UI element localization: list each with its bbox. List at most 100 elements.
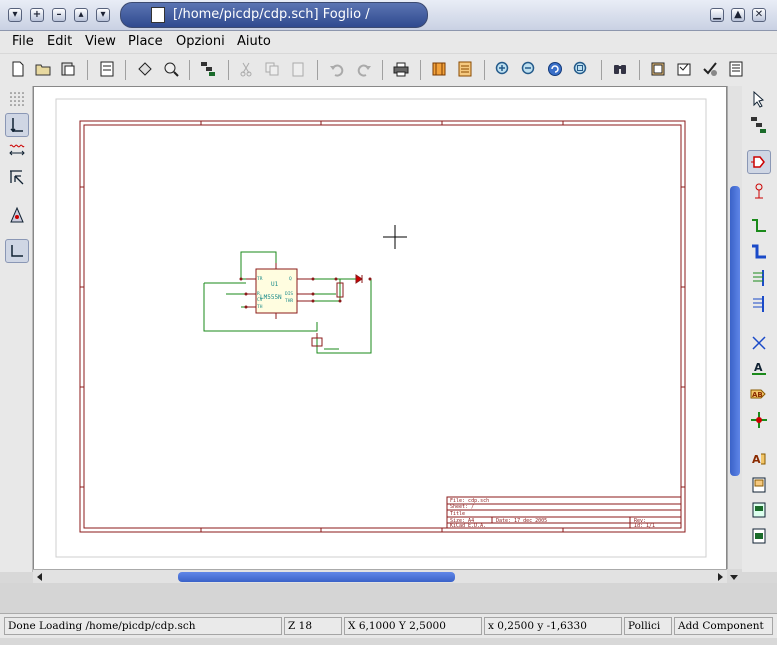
undo-icon[interactable] xyxy=(329,61,345,77)
schematic-drawing: U1 LM555N TR R CV TH Q DIS THR File: cdp… xyxy=(55,98,707,558)
scroll-left-icon[interactable] xyxy=(35,572,45,582)
place-bus-icon[interactable] xyxy=(750,243,768,261)
place-label-icon[interactable]: A xyxy=(750,359,768,377)
pin-label-cv: CV xyxy=(257,297,263,303)
junction-icon[interactable] xyxy=(750,411,768,429)
menu-opzioni[interactable]: Opzioni xyxy=(176,34,225,49)
zoom-fit-icon[interactable] xyxy=(573,61,589,77)
title-block-title: Title xyxy=(450,511,465,517)
scroll-down-icon[interactable] xyxy=(729,572,739,582)
svg-text:A: A xyxy=(752,453,761,466)
main-toolbar xyxy=(0,54,777,87)
library-icon[interactable] xyxy=(431,61,447,77)
place-power-icon[interactable] xyxy=(750,182,768,200)
redraw-icon[interactable] xyxy=(547,61,563,77)
print-icon[interactable] xyxy=(393,61,409,77)
title-block-kicad: KiCad E.D.A. xyxy=(450,523,486,529)
save-icon[interactable] xyxy=(60,61,76,77)
message-panel xyxy=(0,583,777,613)
menu-file[interactable]: File xyxy=(12,34,34,49)
component-ref: U1 xyxy=(271,281,279,288)
bus-bus-entry-icon[interactable] xyxy=(750,295,768,313)
minimize-button[interactable]: ▁ xyxy=(710,8,724,22)
edit-library-icon[interactable] xyxy=(457,61,473,77)
zoom-rotate-icon[interactable] xyxy=(163,61,179,77)
pin-label-thr: THR xyxy=(285,298,293,304)
open-folder-icon[interactable] xyxy=(35,61,51,77)
grid-icon[interactable] xyxy=(8,90,26,108)
redo-icon[interactable] xyxy=(356,61,372,77)
status-message: Done Loading /home/picdp/cdp.sch xyxy=(4,617,282,635)
erc-icon[interactable] xyxy=(702,61,718,77)
find-icon[interactable] xyxy=(612,61,628,77)
menu-edit[interactable]: Edit xyxy=(47,34,72,49)
close-button[interactable]: ✕ xyxy=(752,8,766,22)
hierarchy-nav-icon[interactable] xyxy=(750,116,768,134)
hidden-pins-icon[interactable] xyxy=(8,206,26,224)
units-icon xyxy=(10,118,23,133)
status-mode: Add Component xyxy=(674,617,773,635)
pin-label-r: R xyxy=(257,291,260,297)
horizontal-scrollbar[interactable] xyxy=(33,569,727,584)
vertical-scroll-thumb[interactable] xyxy=(730,186,740,476)
place-wire-icon[interactable] xyxy=(750,217,768,235)
cut-icon[interactable] xyxy=(238,61,254,77)
place-component-tool[interactable] xyxy=(747,150,771,174)
copy-icon[interactable] xyxy=(264,61,280,77)
window-menu-button[interactable]: ▾ xyxy=(8,8,22,22)
cursor-icon[interactable] xyxy=(8,169,26,187)
units-toggle[interactable] xyxy=(5,113,29,137)
no-connect-icon[interactable] xyxy=(750,334,768,352)
title-block-date: Date: 17 dec 2005 xyxy=(496,518,547,524)
window-shade-button[interactable]: – xyxy=(52,8,66,22)
sheet-icon[interactable] xyxy=(99,61,115,77)
right-toolbar: A AB A xyxy=(742,86,777,572)
window-lower-button[interactable]: ▾ xyxy=(96,8,110,22)
select-arrow-icon[interactable] xyxy=(750,90,768,108)
hierarchical-sheet-icon[interactable] xyxy=(750,476,768,494)
status-bar: Done Loading /home/picdp/cdp.sch Z 18 X … xyxy=(0,613,777,638)
left-toolbar xyxy=(0,86,33,572)
zoom-in-icon[interactable] xyxy=(495,61,511,77)
global-label-icon[interactable]: AB xyxy=(750,385,768,403)
bom-icon[interactable] xyxy=(728,61,744,77)
inch-mm-icon[interactable] xyxy=(8,142,26,160)
wire-angle-toggle[interactable] xyxy=(5,239,29,263)
menubar: File Edit View Place Opzioni Aiuto xyxy=(0,31,777,53)
place-component-icon xyxy=(751,156,765,168)
hierarchy-icon[interactable] xyxy=(200,61,216,77)
status-rel-coords: x 0,2500 y -1,6330 xyxy=(484,617,622,635)
menu-aiuto[interactable]: Aiuto xyxy=(237,34,271,49)
component-value: LM555N xyxy=(260,294,282,301)
paste-icon[interactable] xyxy=(290,61,306,77)
horizontal-scroll-thumb[interactable] xyxy=(178,572,455,582)
vertical-scrollbar[interactable] xyxy=(727,86,742,569)
crosshair-cursor xyxy=(383,225,407,249)
menu-view[interactable]: View xyxy=(85,34,116,49)
window-title-box: [/home/picdp/cdp.sch] Foglio / xyxy=(120,2,428,28)
hierarchical-label-icon[interactable]: A xyxy=(750,450,768,468)
pin-label-q: Q xyxy=(289,276,292,282)
led-symbol xyxy=(355,274,363,284)
zoom-out-icon[interactable] xyxy=(521,61,537,77)
svg-text:AB: AB xyxy=(752,391,763,399)
netlist-icon[interactable] xyxy=(650,61,666,77)
annotate-icon[interactable] xyxy=(676,61,692,77)
title-block-sheet: Sheet: / xyxy=(450,504,474,510)
menu-place[interactable]: Place xyxy=(128,34,163,49)
wire-bus-entry-icon[interactable] xyxy=(750,269,768,287)
window-sticky-button[interactable]: + xyxy=(30,8,44,22)
new-document-icon[interactable] xyxy=(10,61,26,77)
status-abs-coords: X 6,1000 Y 2,5000 xyxy=(344,617,482,635)
title-block-id: Id: 1/1 xyxy=(634,523,655,529)
sheet-pin-icon[interactable] xyxy=(750,527,768,545)
schematic-canvas[interactable]: U1 LM555N TR R CV TH Q DIS THR File: cdp… xyxy=(33,86,727,571)
window-title: [/home/picdp/cdp.sch] Foglio / xyxy=(173,7,370,22)
import-pin-icon[interactable] xyxy=(750,501,768,519)
window-raise-button[interactable]: ▴ xyxy=(74,8,88,22)
load-icon[interactable] xyxy=(137,61,153,77)
schematic-file-icon xyxy=(151,7,165,23)
maximize-button[interactable]: ▲ xyxy=(731,8,745,22)
scroll-right-icon[interactable] xyxy=(715,572,725,582)
pin-label-dis: DIS xyxy=(285,291,293,297)
